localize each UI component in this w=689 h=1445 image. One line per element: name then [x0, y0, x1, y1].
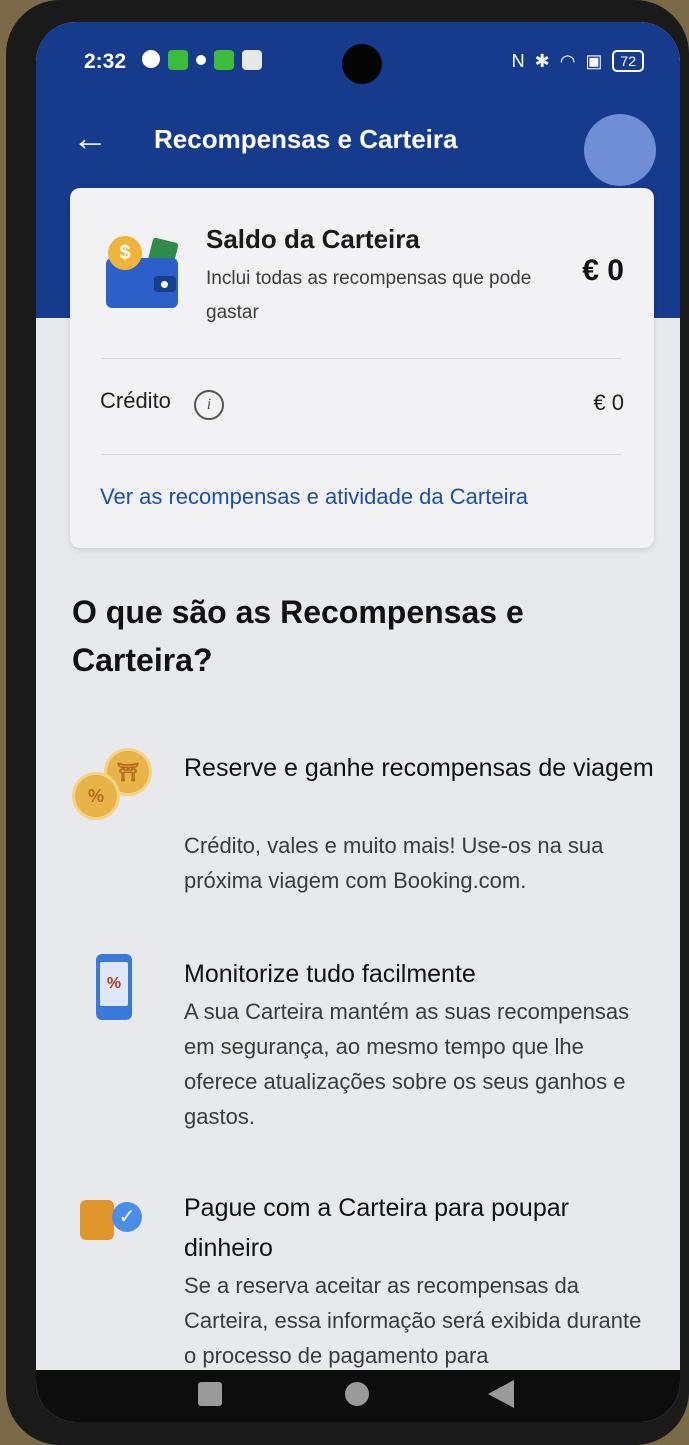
phone-frame: 2:32 N ✱ ◠ ▣ 72 ← Recompensas e Carteira [6, 0, 689, 1445]
credit-label: Crédito [100, 388, 171, 413]
system-icons: N ✱ ◠ ▣ 72 [512, 50, 644, 72]
screen: 2:32 N ✱ ◠ ▣ 72 ← Recompensas e Carteira [36, 22, 680, 1422]
front-camera [342, 44, 382, 84]
wallet-icon: $ [104, 232, 182, 312]
phone-percent-icon: % [72, 954, 160, 1044]
feature-title: Reserve e ganhe recompensas de viagem [184, 754, 654, 782]
bluetooth-icon: ✱ [534, 50, 550, 71]
section-title: O que são as Recompensas e Carteira? [72, 594, 524, 678]
wallet-balance-amount: € 0 [582, 254, 624, 287]
feature-item: ✓ Pague com a Carteira para poupar dinhe… [72, 1188, 652, 1378]
wallet-balance-title: Saldo da Carteira [206, 224, 420, 254]
back-button[interactable] [488, 1380, 514, 1408]
credit-value: € 0 [593, 390, 624, 415]
recents-button[interactable] [198, 1382, 222, 1406]
coins-check-icon: ✓ [72, 1188, 160, 1278]
app-notification-icon [242, 50, 262, 70]
feature-item: ⛩ % Reserve e ganhe recompensas de viage… [72, 748, 654, 898]
arrow-left-icon[interactable]: ← [72, 118, 108, 158]
feature-description: Crédito, vales e muito mais! Use-os na s… [184, 833, 604, 893]
dot-notification-icon [196, 55, 206, 65]
divider [102, 454, 622, 455]
status-time: 2:32 [84, 50, 127, 73]
wifi-icon: ◠ [559, 50, 576, 71]
status-bar: 2:32 N ✱ ◠ ▣ 72 [36, 22, 680, 104]
view-rewards-link[interactable]: Ver as recompensas e atividade da Cartei… [100, 484, 528, 510]
system-nav-bar [36, 1370, 680, 1422]
page-title: Recompensas e Carteira [154, 124, 458, 154]
battery-icon: 72 [612, 50, 644, 72]
feature-title: Pague com a Carteira para poupar dinheir… [184, 1194, 569, 1262]
feature-title: Monitorize tudo facilmente [184, 960, 476, 988]
app-notification-icon [214, 50, 234, 70]
wallet-balance-subtitle: Inclui todas as recompensas que pode gas… [206, 268, 532, 323]
nfc-icon: N [511, 50, 525, 71]
notification-icons [142, 50, 262, 70]
divider [102, 358, 622, 359]
floating-bubble[interactable] [584, 114, 656, 186]
info-icon[interactable]: i [194, 390, 224, 420]
notification-icon [142, 50, 160, 68]
coins-percent-icon: ⛩ % [72, 748, 160, 838]
wallet-balance-card: $ Saldo da Carteira Inclui todas as reco… [70, 188, 654, 548]
app-notification-icon [168, 50, 188, 70]
sim-icon: ▣ [585, 50, 603, 71]
feature-description: Se a reserva aceitar as recompensas da C… [184, 1273, 642, 1368]
home-button[interactable] [345, 1382, 369, 1406]
feature-description: A sua Carteira mantém as suas recompensa… [184, 999, 630, 1129]
feature-item: % Monitorize tudo facilmente A sua Carte… [72, 954, 652, 1144]
